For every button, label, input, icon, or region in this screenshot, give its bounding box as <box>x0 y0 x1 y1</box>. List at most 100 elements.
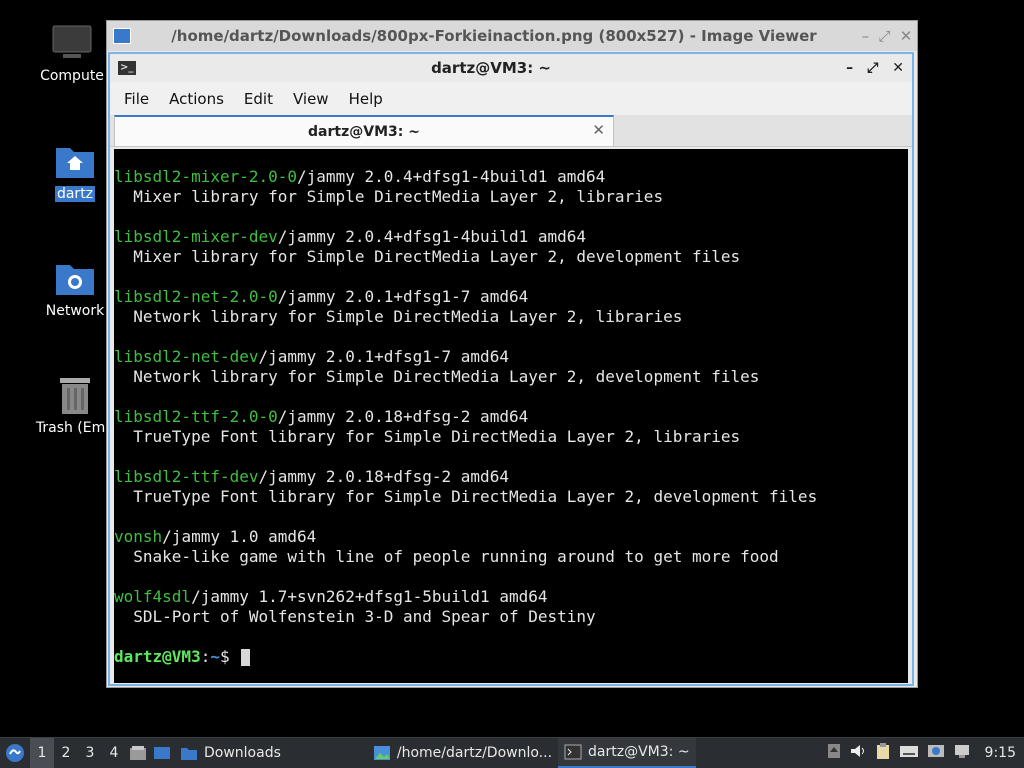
output-line: libsdl2-net-dev/jammy 2.0.1+dfsg1-7 amd6… <box>114 347 908 367</box>
package-version: /jammy 2.0.18+dfsg-2 amd64 <box>277 407 529 426</box>
maximize-button[interactable]: ⤢ <box>867 60 878 76</box>
menu-file[interactable]: File <box>114 90 159 108</box>
package-name: libsdl2-mixer-dev <box>114 227 278 246</box>
menu-help[interactable]: Help <box>339 90 393 108</box>
task-label: Downloads <box>204 745 281 761</box>
home-folder-icon <box>54 140 96 182</box>
package-name: vonsh <box>114 527 163 546</box>
output-line: libsdl2-ttf-2.0-0/jammy 2.0.18+dfsg-2 am… <box>114 407 908 427</box>
output-line: Mixer library for Simple DirectMedia Lay… <box>114 247 908 267</box>
terminal-output[interactable]: libsdl2-mixer-2.0-0/jammy 2.0.4+dfsg1-4b… <box>114 149 908 683</box>
minimize-button[interactable]: – <box>846 60 853 76</box>
image-viewer-icon <box>113 28 131 44</box>
trash-icon <box>54 374 96 416</box>
package-description: TrueType Font library for Simple DirectM… <box>114 427 741 446</box>
volume-icon[interactable] <box>849 743 867 763</box>
taskbar: 1 2 3 4 Downloads /home/dartz/Downlo... … <box>0 737 1024 768</box>
shell-prompt[interactable]: dartz@VM3:~$ <box>114 647 908 667</box>
package-name: libsdl2-mixer-2.0-0 <box>114 167 298 186</box>
output-line: libsdl2-net-2.0-0/jammy 2.0.1+dfsg1-7 am… <box>114 287 908 307</box>
file-manager-launcher-icon[interactable] <box>126 742 150 764</box>
package-name: libsdl2-net-2.0-0 <box>114 287 278 306</box>
workspace-3[interactable]: 3 <box>78 738 102 768</box>
system-tray: 9:15 <box>827 742 1024 764</box>
output-line: TrueType Font library for Simple DirectM… <box>114 427 908 447</box>
package-description: Mixer library for Simple DirectMedia Lay… <box>114 187 664 206</box>
prompt-path: ~ <box>210 647 220 666</box>
prompt-separator: : <box>200 647 211 666</box>
terminal-window[interactable]: >_ dartz@VM3: ~ – ⤢ ✕ File Actions Edit … <box>108 52 914 686</box>
output-line: libsdl2-ttf-dev/jammy 2.0.18+dfsg-2 amd6… <box>114 467 908 487</box>
package-version: /jammy 1.7+svn262+dfsg1-5build1 amd64 <box>191 587 548 606</box>
menu-bar: File Actions Edit View Help <box>110 82 912 115</box>
tab-bar: dartz@VM3: ~ ✕ <box>110 115 912 147</box>
output-line: libsdl2-mixer-dev/jammy 2.0.4+dfsg1-4bui… <box>114 227 908 247</box>
folder-icon <box>181 748 197 760</box>
output-line: wolf4sdl/jammy 1.7+svn262+dfsg1-5build1 … <box>114 587 908 607</box>
output-line: SDL-Port of Wolfenstein 3-D and Spear of… <box>114 607 908 627</box>
task-image-viewer[interactable]: /home/dartz/Downlo... <box>367 738 558 768</box>
window-title: /home/dartz/Downloads/800px-Forkieinacti… <box>171 27 817 45</box>
package-version: /jammy 2.0.1+dfsg1-7 amd64 <box>258 347 509 366</box>
notification-icon[interactable] <box>927 743 945 763</box>
image-viewer-icon <box>373 746 390 760</box>
output-line: TrueType Font library for Simple DirectM… <box>114 487 908 507</box>
package-version: /jammy 1.0 amd64 <box>162 527 317 546</box>
prompt-user: dartz@VM3 <box>114 647 201 666</box>
maximize-icon[interactable]: ⤢ <box>878 27 890 45</box>
package-description: SDL-Port of Wolfenstein 3-D and Spear of… <box>114 607 596 626</box>
task-label: dartz@VM3: ~ <box>588 744 690 760</box>
workspace-1[interactable]: 1 <box>30 738 54 768</box>
package-name: libsdl2-ttf-dev <box>114 467 259 486</box>
tab-terminal[interactable]: dartz@VM3: ~ ✕ <box>114 115 614 146</box>
package-version: /jammy 2.0.4+dfsg1-4build1 amd64 <box>297 167 606 186</box>
terminal-icon <box>564 744 582 760</box>
output-line: libsdl2-mixer-2.0-0/jammy 2.0.4+dfsg1-4b… <box>114 167 908 187</box>
menu-view[interactable]: View <box>283 90 339 108</box>
clock[interactable]: 9:15 <box>985 745 1016 761</box>
close-button[interactable]: ✕ <box>892 60 904 76</box>
start-menu-icon <box>6 744 24 762</box>
workspace-4[interactable]: 4 <box>102 738 126 768</box>
desktop-icon-label: dartz <box>54 186 96 202</box>
minimize-icon[interactable]: – <box>862 27 870 45</box>
tab-label: dartz@VM3: ~ <box>308 123 420 140</box>
output-line: Network library for Simple DirectMedia L… <box>114 307 908 327</box>
terminal-titlebar[interactable]: >_ dartz@VM3: ~ – ⤢ ✕ <box>110 54 912 82</box>
task-downloads[interactable]: Downloads <box>174 738 287 768</box>
package-version: /jammy 2.0.4+dfsg1-4build1 amd64 <box>277 227 587 246</box>
package-description: Snake-like game with line of people runn… <box>114 547 779 566</box>
text-cursor <box>241 649 251 666</box>
package-name: libsdl2-ttf-2.0-0 <box>114 407 278 426</box>
terminal-icon: >_ <box>118 61 136 75</box>
package-version: /jammy 2.0.18+dfsg-2 amd64 <box>258 467 509 486</box>
network-folder-icon <box>54 257 96 299</box>
update-icon[interactable] <box>827 743 841 763</box>
start-menu-button[interactable] <box>0 738 30 768</box>
network-status-icon[interactable] <box>953 743 971 763</box>
window-title: dartz@VM3: ~ <box>431 59 551 77</box>
task-label: /home/dartz/Downlo... <box>396 745 553 761</box>
task-terminal[interactable]: dartz@VM3: ~ <box>558 738 696 768</box>
package-description: Network library for Simple DirectMedia L… <box>114 307 683 326</box>
menu-actions[interactable]: Actions <box>159 90 234 108</box>
close-icon[interactable]: ✕ <box>900 27 913 45</box>
package-description: Network library for Simple DirectMedia L… <box>114 367 760 386</box>
package-version: /jammy 2.0.1+dfsg1-7 amd64 <box>277 287 529 306</box>
package-name: libsdl2-net-dev <box>114 347 259 366</box>
clipboard-icon[interactable] <box>875 742 891 764</box>
show-desktop-icon[interactable] <box>150 742 174 764</box>
keyboard-icon[interactable] <box>899 743 919 763</box>
close-tab-icon[interactable]: ✕ <box>592 121 605 139</box>
output-line: Network library for Simple DirectMedia L… <box>114 367 908 387</box>
computer-icon <box>51 22 93 64</box>
menu-edit[interactable]: Edit <box>234 90 283 108</box>
prompt-symbol: $ <box>219 647 230 666</box>
package-description: TrueType Font library for Simple DirectM… <box>114 487 818 506</box>
output-line: Mixer library for Simple DirectMedia Lay… <box>114 187 908 207</box>
package-description: Mixer library for Simple DirectMedia Lay… <box>114 247 741 266</box>
workspace-2[interactable]: 2 <box>54 738 78 768</box>
image-viewer-titlebar[interactable]: /home/dartz/Downloads/800px-Forkieinacti… <box>107 21 917 51</box>
output-line: vonsh/jammy 1.0 amd64 <box>114 527 908 547</box>
output-line: Snake-like game with line of people runn… <box>114 547 908 567</box>
